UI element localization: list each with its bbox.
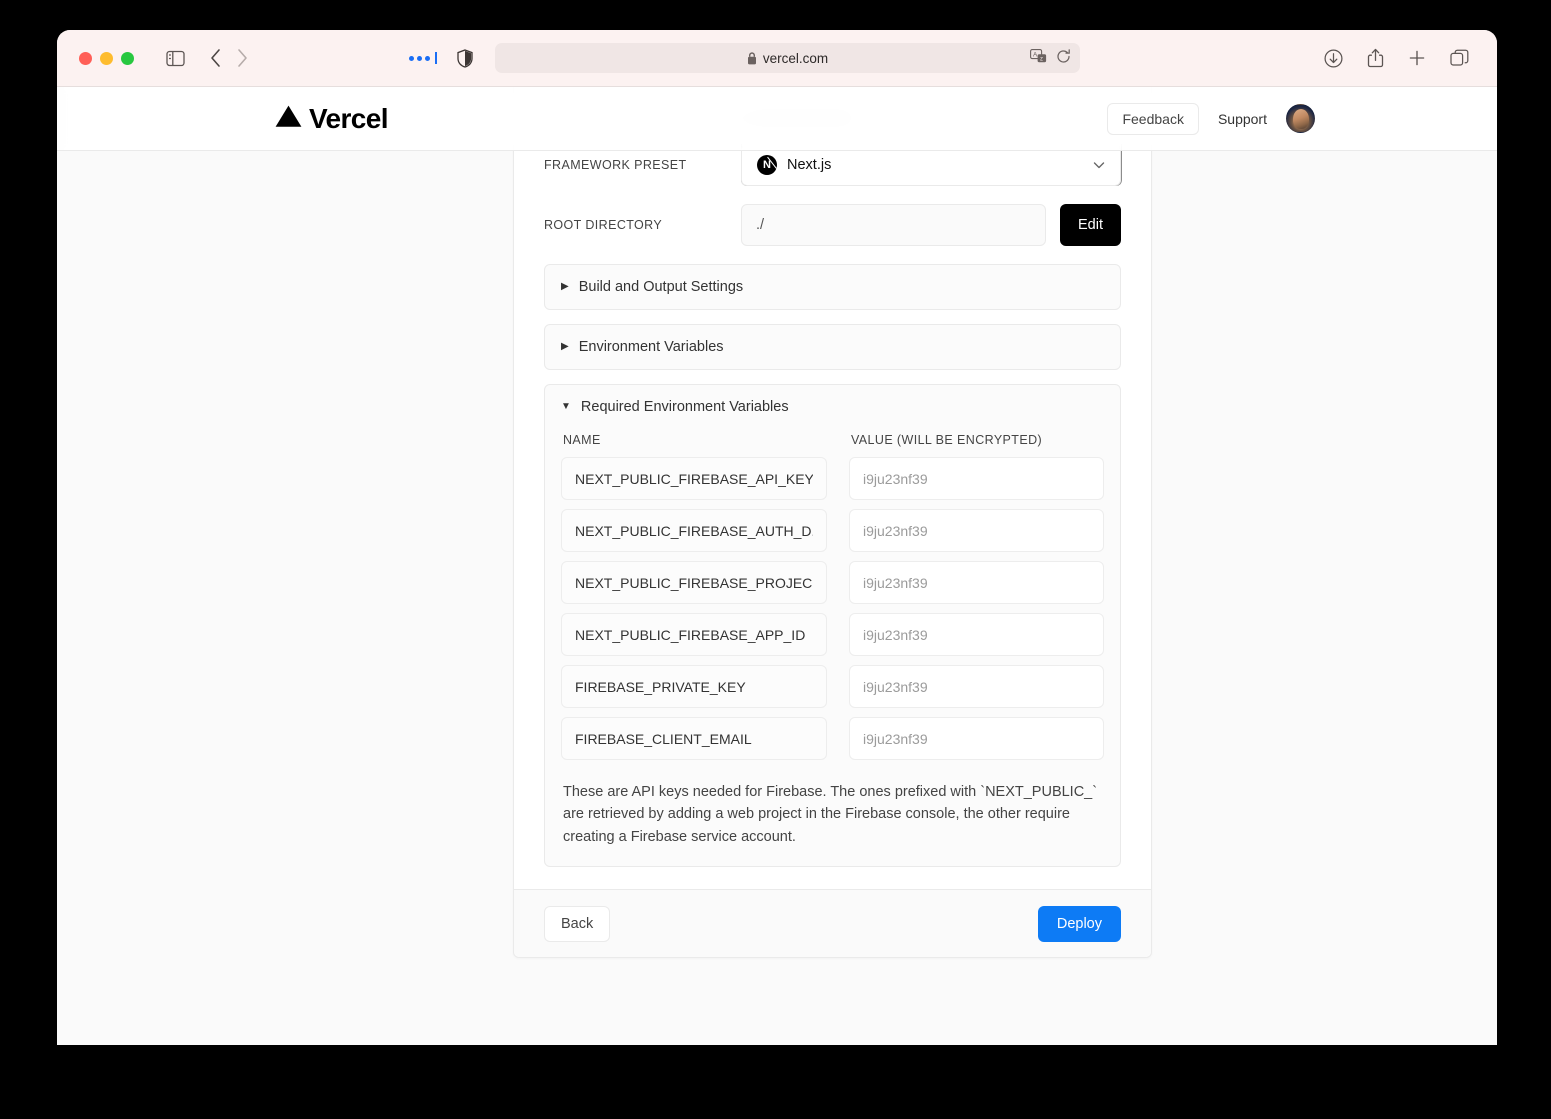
svg-text:z: z <box>1040 57 1043 63</box>
env-variable-row <box>561 717 1104 760</box>
close-window-button[interactable] <box>79 51 92 65</box>
window-traffic-lights <box>79 51 134 65</box>
accordion-header[interactable]: ▼ Required Environment Variables <box>561 385 1104 429</box>
url-address-field[interactable]: vercel.com A z <box>495 43 1080 73</box>
env-name-input[interactable] <box>561 665 827 708</box>
nextjs-logo-icon: N <box>757 155 777 175</box>
env-variable-row <box>561 457 1104 500</box>
browser-toolbar: vercel.com A z <box>57 30 1497 87</box>
triangle-right-icon: ▶ <box>561 281 569 292</box>
env-variable-rows <box>561 457 1104 760</box>
reader-dots-icon[interactable] <box>409 52 437 64</box>
vercel-logo-text: Vercel <box>309 102 389 134</box>
card-footer: Back Deploy <box>514 889 1151 958</box>
header-actions: Feedback Support <box>1107 102 1315 135</box>
forward-button-icon[interactable] <box>236 48 249 68</box>
root-directory-label: ROOT DIRECTORY <box>544 218 663 232</box>
env-name-input[interactable] <box>561 561 827 604</box>
deploy-button[interactable]: Deploy <box>1037 905 1121 942</box>
url-field-actions: A z <box>1030 43 1071 73</box>
share-icon[interactable] <box>1367 48 1384 68</box>
env-column-headers: NAME VALUE (WILL BE ENCRYPTED) <box>561 429 1104 457</box>
back-button[interactable]: Back <box>544 905 611 942</box>
env-name-input[interactable] <box>561 717 827 760</box>
translate-icon[interactable]: A z <box>1030 49 1047 67</box>
vercel-page: FRAMEWORK PRESET N Next.js ROOT DIRECTOR… <box>57 87 1497 1045</box>
feedback-button[interactable]: Feedback <box>1107 102 1199 135</box>
chevron-down-icon <box>1091 157 1107 173</box>
back-button-icon[interactable] <box>209 48 222 68</box>
tab-overview-icon[interactable] <box>1450 49 1469 68</box>
framework-preset-value: Next.js <box>787 157 832 173</box>
env-name-input[interactable] <box>561 509 827 552</box>
triangle-right-icon: ▶ <box>561 341 569 352</box>
sidebar-toggle-icon[interactable] <box>166 50 185 67</box>
reload-icon[interactable] <box>1056 49 1071 67</box>
browser-toolbar-actions <box>1324 48 1475 68</box>
env-value-input[interactable] <box>849 561 1104 604</box>
env-variable-row <box>561 561 1104 604</box>
root-directory-input[interactable] <box>741 204 1046 246</box>
env-value-input[interactable] <box>849 509 1104 552</box>
new-project-configuration-card: FRAMEWORK PRESET N Next.js ROOT DIRECTOR… <box>513 87 1152 959</box>
env-column-value-header: VALUE (WILL BE ENCRYPTED) <box>851 433 1043 447</box>
site-header: Vercel Feedback Support <box>57 87 1497 151</box>
accordion-label: Environment Variables <box>578 339 724 355</box>
browser-window: vercel.com A z FRAMEWORK PRESET N Next.j… <box>57 30 1497 1045</box>
env-value-input[interactable] <box>849 613 1104 656</box>
download-icon[interactable] <box>1324 48 1343 68</box>
device-frame: vercel.com A z FRAMEWORK PRESET N Next.j… <box>0 0 1551 1119</box>
shield-icon[interactable] <box>457 48 473 68</box>
maximize-window-button[interactable] <box>121 51 134 65</box>
env-value-input[interactable] <box>849 457 1104 500</box>
user-avatar[interactable] <box>1286 104 1315 133</box>
env-description-text: These are API keys needed for Firebase. … <box>563 784 1098 845</box>
env-variable-row <box>561 613 1104 656</box>
framework-preset-label: FRAMEWORK PRESET <box>544 158 687 172</box>
accordion-required-environment-variables: ▼ Required Environment Variables NAME VA… <box>544 384 1121 868</box>
accordion-header[interactable]: ▶ Build and Output Settings <box>561 265 1104 309</box>
url-text: vercel.com <box>762 50 829 66</box>
support-link[interactable]: Support <box>1218 111 1267 127</box>
env-value-input[interactable] <box>849 665 1104 708</box>
env-value-input[interactable] <box>849 717 1104 760</box>
minimize-window-button[interactable] <box>100 51 113 65</box>
env-variable-row <box>561 509 1104 552</box>
root-directory-row: ROOT DIRECTORY Edit <box>544 204 1121 246</box>
accordion-header[interactable]: ▶ Environment Variables <box>561 325 1104 369</box>
triangle-down-icon: ▼ <box>561 401 571 412</box>
lock-icon <box>747 51 757 65</box>
accordion-label: Build and Output Settings <box>578 279 744 295</box>
accordion-environment-variables[interactable]: ▶ Environment Variables <box>544 324 1121 370</box>
card-body: FRAMEWORK PRESET N Next.js ROOT DIRECTOR… <box>514 87 1151 889</box>
svg-text:A: A <box>1033 51 1038 58</box>
env-name-input[interactable] <box>561 457 827 500</box>
accordion-label: Required Environment Variables <box>580 399 789 415</box>
env-name-input[interactable] <box>561 613 827 656</box>
env-variable-row <box>561 665 1104 708</box>
new-tab-plus-icon[interactable] <box>1408 49 1426 67</box>
edit-root-directory-button[interactable]: Edit <box>1060 204 1121 246</box>
accordion-build-and-output-settings[interactable]: ▶ Build and Output Settings <box>544 264 1121 310</box>
env-column-name-header: NAME <box>563 433 601 447</box>
vercel-logo[interactable]: Vercel <box>275 102 389 135</box>
vercel-triangle-icon <box>275 103 302 135</box>
